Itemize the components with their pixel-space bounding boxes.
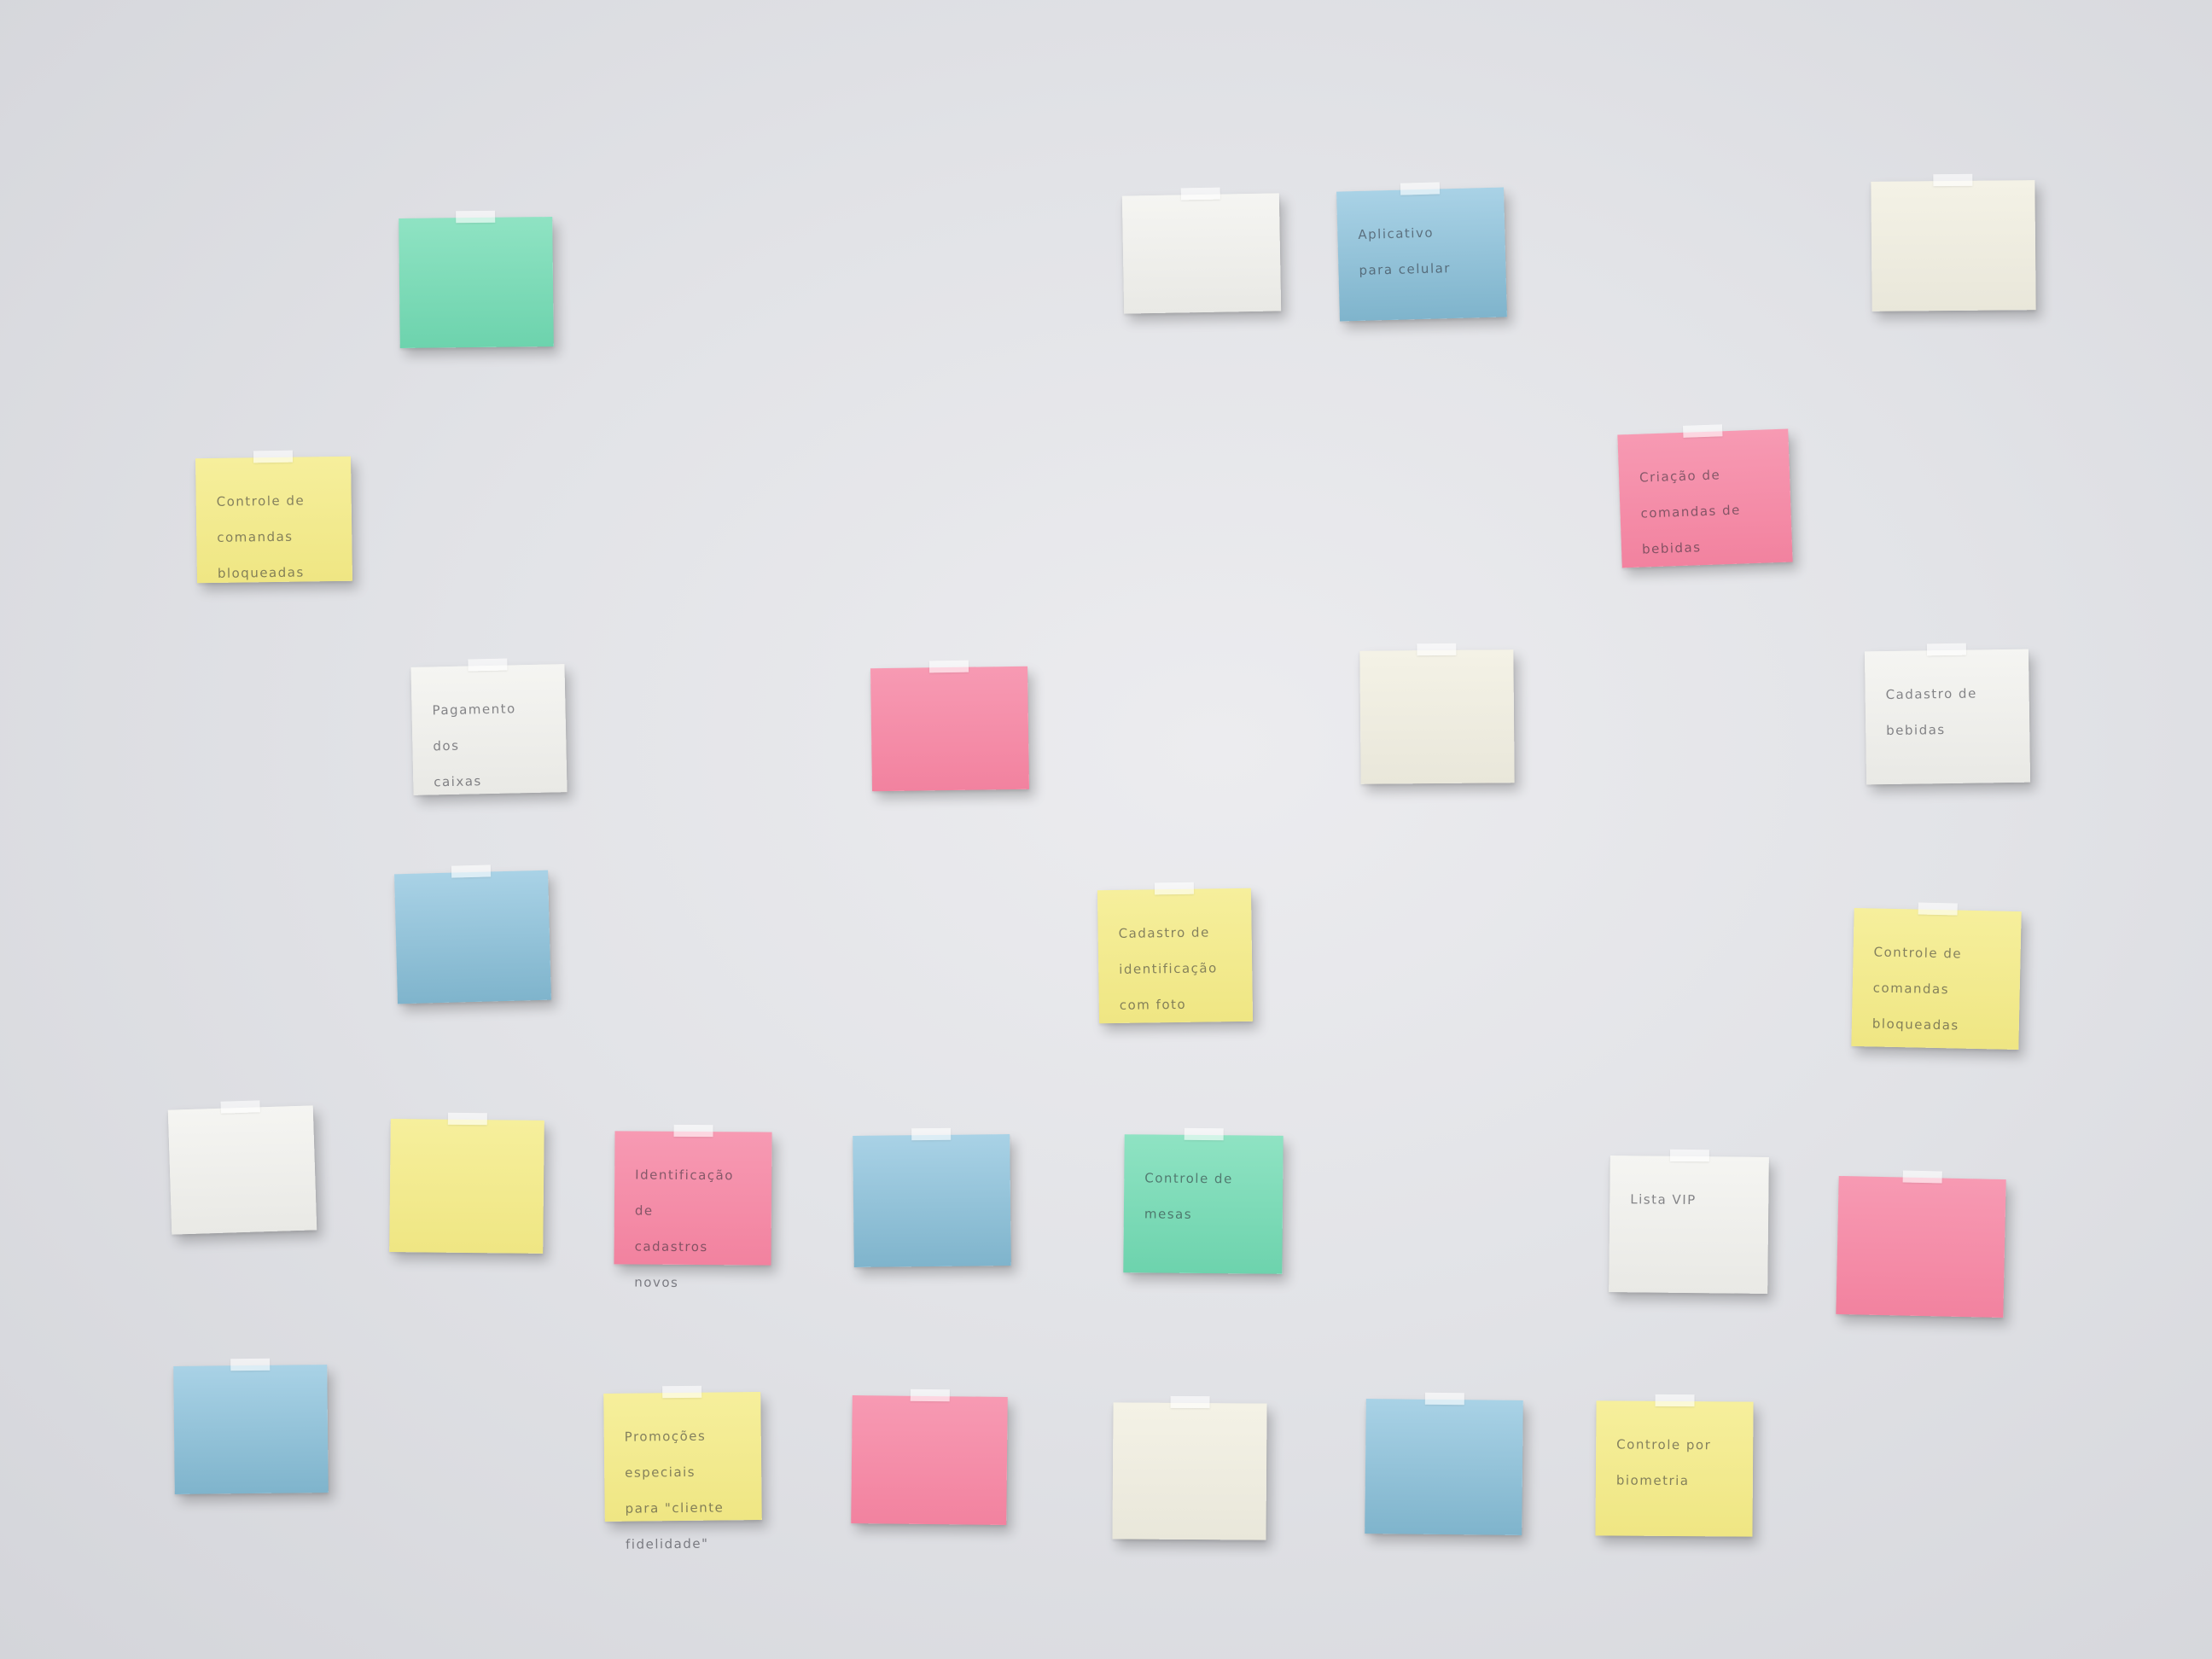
note-text: Lista VIP xyxy=(1630,1191,1697,1208)
tape-strip xyxy=(456,210,496,224)
note-text: Cadastro de bebidas xyxy=(1885,685,1977,739)
sticky-note xyxy=(399,210,554,348)
note-text xyxy=(416,896,528,899)
sticky-note: Cadastro de bebidas xyxy=(1864,643,2031,785)
sticky-note xyxy=(173,1358,329,1494)
note-text: Identificação de cadastros novos xyxy=(634,1167,734,1290)
sticky-note xyxy=(1365,1392,1523,1535)
sticky-note: Criação de comandas de bebidas xyxy=(1617,424,1793,568)
note-text xyxy=(189,1132,294,1135)
sticky-note: Controle de comandas bloqueadas xyxy=(1851,902,2022,1051)
note-text xyxy=(872,1421,987,1422)
sticky-note: Identificação de cadastros novos xyxy=(614,1124,772,1290)
sticky-note xyxy=(1359,643,1515,784)
tape-strip xyxy=(1424,1392,1464,1406)
tape-strip xyxy=(1902,1170,1942,1184)
note-text xyxy=(1892,206,2015,207)
sticky-note xyxy=(1836,1170,2006,1318)
note-text xyxy=(411,1144,524,1145)
note-text xyxy=(420,242,533,243)
note-text xyxy=(1143,219,1259,221)
sticky-note xyxy=(389,1112,544,1254)
tape-strip xyxy=(468,658,508,672)
sticky-note: Lista VIP xyxy=(1609,1149,1769,1294)
note-text xyxy=(1387,1424,1503,1425)
wall: Aplicativo para celular Controle de coma… xyxy=(0,0,2212,1659)
note-text: Controle por biometria xyxy=(1615,1436,1712,1489)
note-text xyxy=(1859,1202,1985,1204)
tape-strip xyxy=(253,450,294,463)
tape-strip xyxy=(230,1358,271,1371)
note-text: Controle de mesas xyxy=(1144,1170,1233,1222)
sticky-note: Controle de comandas bloqueadas xyxy=(195,450,353,584)
sticky-note xyxy=(1112,1395,1267,1540)
tape-strip xyxy=(1180,187,1220,201)
tape-strip xyxy=(1926,643,1966,656)
tape-strip xyxy=(662,1385,702,1399)
note-text xyxy=(874,1160,990,1161)
sticky-note xyxy=(870,660,1029,792)
note-text: Promoções especiais para "cliente fideli… xyxy=(624,1428,725,1552)
note-text: Cadastro de identificação com foto xyxy=(1118,924,1218,1013)
note-text xyxy=(195,1390,307,1391)
sticky-note xyxy=(394,864,551,1004)
sticky-note xyxy=(1871,173,2036,311)
note-text: Controle de comandas bloqueadas xyxy=(1871,944,1963,1033)
sticky-note: Cadastro de identificação com foto xyxy=(1097,882,1254,1024)
sticky-note xyxy=(851,1388,1008,1525)
note-text: Pagamento dos caixas xyxy=(432,701,516,790)
tape-strip xyxy=(1683,424,1723,438)
tape-strip xyxy=(1669,1149,1709,1162)
tape-strip xyxy=(1184,1127,1224,1141)
note-text xyxy=(1381,675,1493,676)
sticky-note xyxy=(853,1127,1011,1267)
note-text xyxy=(891,692,1007,694)
sticky-note xyxy=(167,1100,317,1235)
tape-strip xyxy=(1918,902,1958,916)
sticky-note: Promoções especiais para "cliente fideli… xyxy=(603,1385,762,1552)
tape-strip xyxy=(928,660,969,673)
tape-strip xyxy=(1170,1395,1210,1409)
tape-strip xyxy=(1933,173,1973,187)
note-text: Criação de comandas de bebidas xyxy=(1639,467,1742,557)
note-text: Controle de comandas bloqueadas xyxy=(216,492,306,581)
sticky-note: Aplicativo para celular xyxy=(1336,182,1507,322)
tape-strip xyxy=(673,1124,713,1138)
tape-strip xyxy=(1655,1394,1695,1407)
tape-strip xyxy=(910,1388,950,1402)
sticky-note xyxy=(1121,187,1282,314)
tape-strip xyxy=(1154,882,1194,895)
note-text: Aplicativo para celular xyxy=(1358,224,1452,278)
tape-strip xyxy=(1400,182,1441,195)
sticky-note: Controle de mesas xyxy=(1123,1127,1284,1274)
sticky-note: Pagamento dos caixas xyxy=(410,658,568,795)
tape-strip xyxy=(447,1112,487,1126)
sticky-note: Controle por biometria xyxy=(1595,1394,1754,1537)
tape-strip xyxy=(451,864,492,878)
tape-strip xyxy=(911,1127,952,1141)
tape-strip xyxy=(1417,643,1457,656)
tape-strip xyxy=(220,1100,260,1114)
